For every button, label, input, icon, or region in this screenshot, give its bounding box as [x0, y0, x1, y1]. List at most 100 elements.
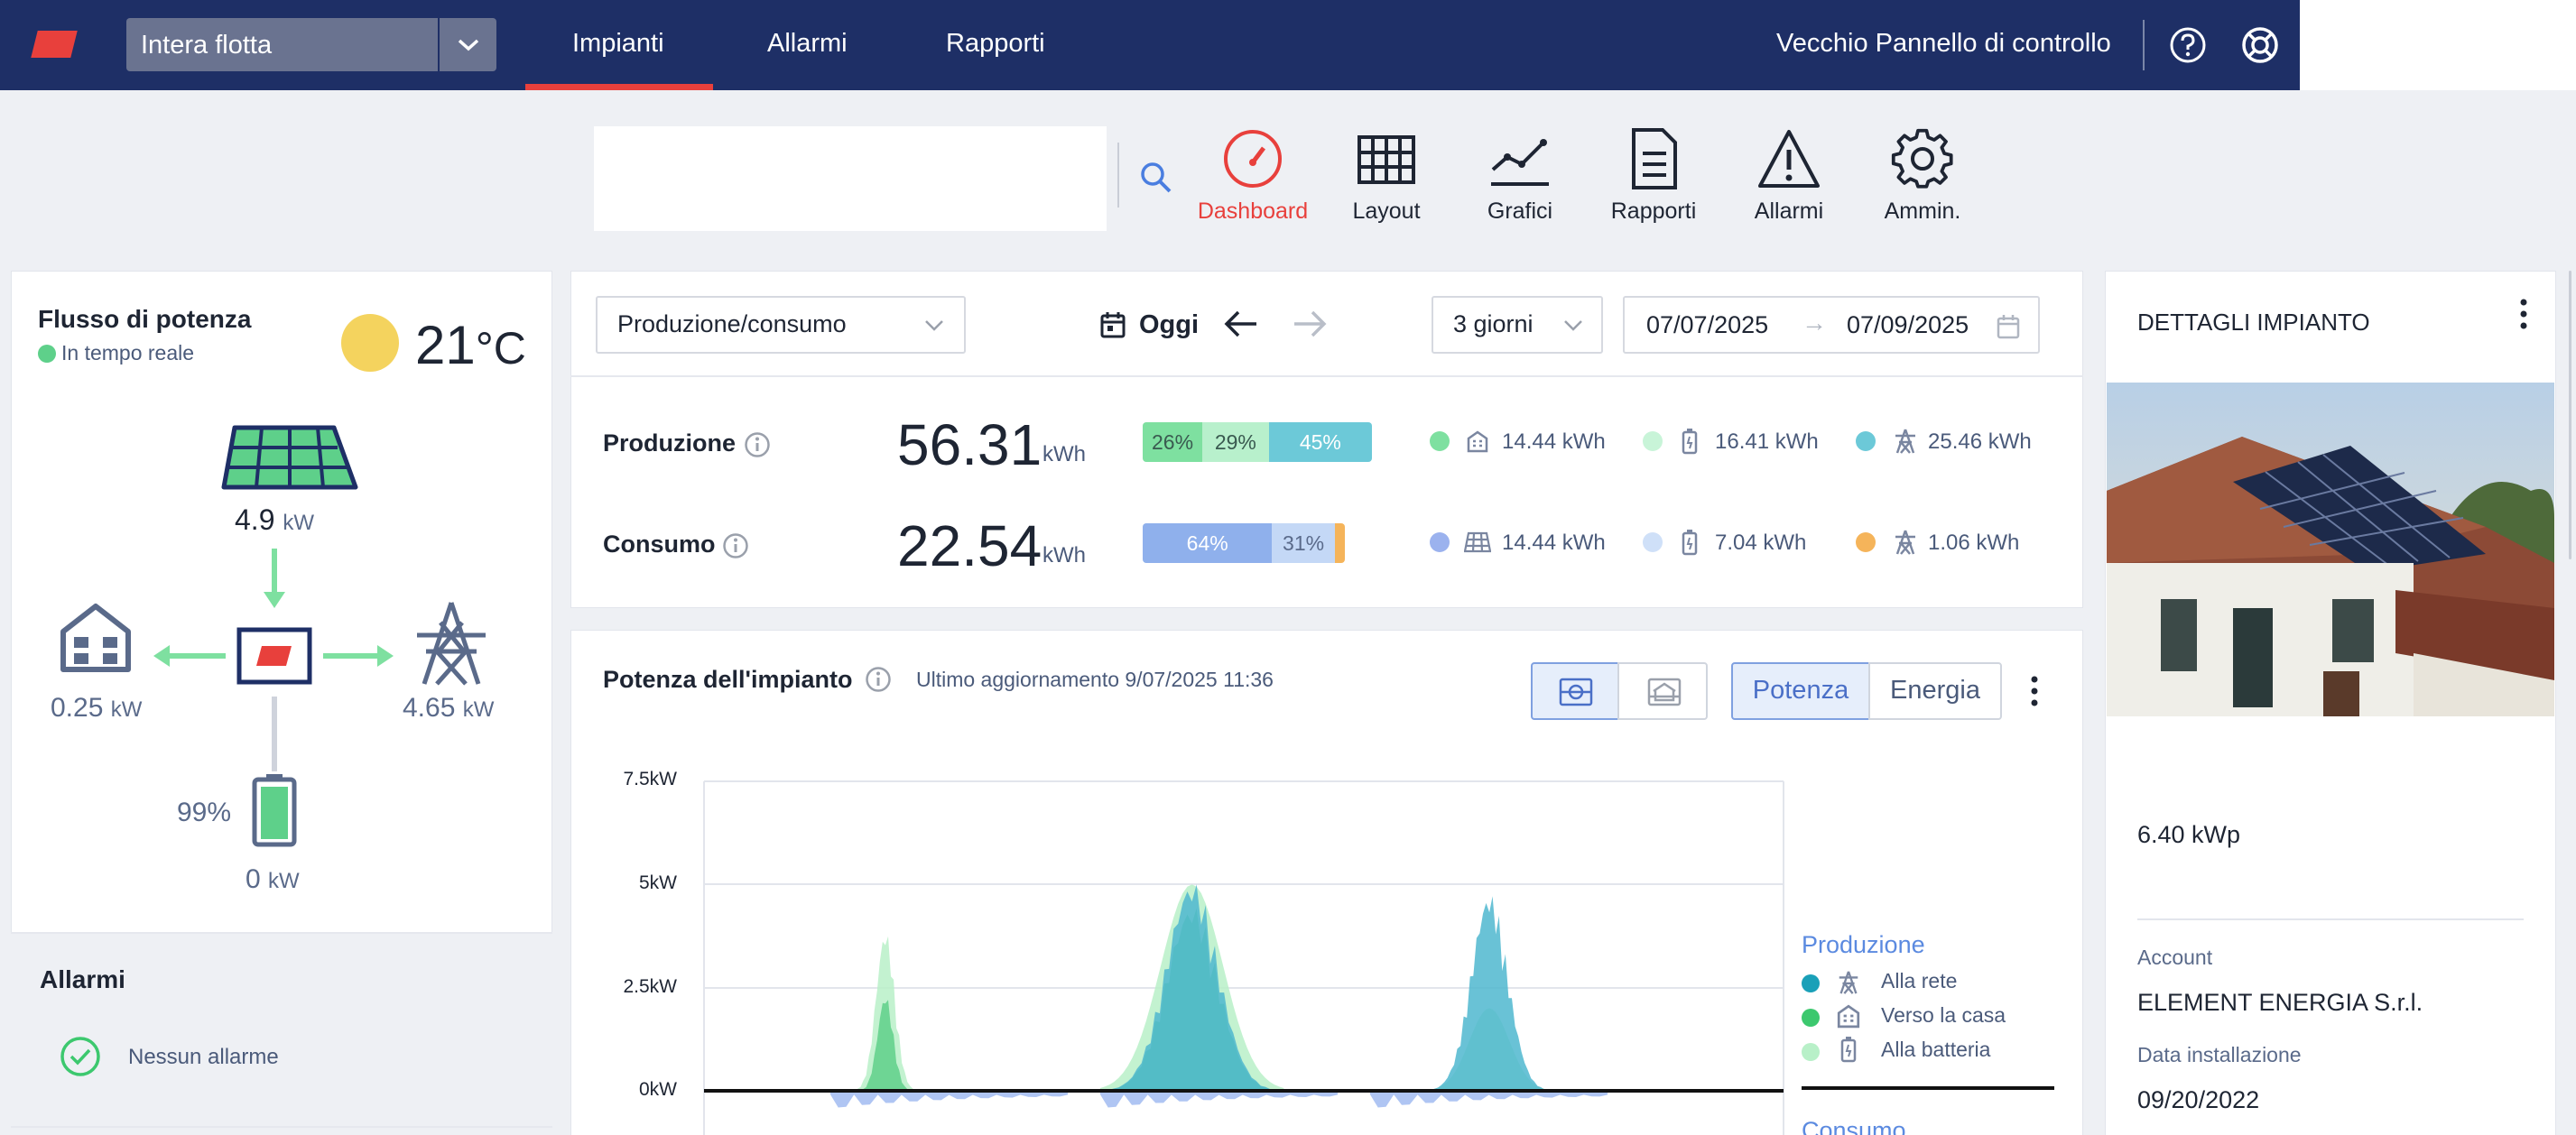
toolbar-layout-label: Layout [1352, 198, 1421, 224]
series-area-consumption [1099, 1091, 1339, 1108]
legend-dot [1643, 532, 1663, 552]
search-icon[interactable] [1137, 159, 1173, 195]
temperature-value: 21 [415, 315, 476, 375]
power-flow-diagram [60, 425, 486, 847]
power-button[interactable]: Potenza [1731, 662, 1870, 720]
summary-divider [570, 375, 2083, 377]
legend-to-battery[interactable]: Alla batteria [1881, 1038, 1990, 1062]
chart-series-group [829, 884, 1608, 1108]
legend-to-grid[interactable]: Alla rete [1881, 969, 1957, 993]
info-icon[interactable] [744, 431, 771, 458]
battery-percent: 99% [177, 798, 232, 827]
fleet-dropdown-button[interactable] [438, 18, 496, 71]
view-toggle-production[interactable] [1531, 662, 1619, 720]
calendar-icon[interactable] [1099, 310, 1126, 339]
realtime-indicator: In tempo reale [38, 341, 194, 365]
consumption-grid-unit: kWh [1976, 531, 2020, 555]
arrow-right-icon[interactable] [1293, 309, 1327, 339]
consumption-grid: 1.06 kWh [1928, 531, 2019, 556]
y-tick-label: 2.5kW [623, 976, 677, 997]
fleet-selector[interactable]: Intera flotta [126, 18, 496, 71]
home-power-value: 0.25 [51, 693, 104, 723]
production-bar-segment: 29% [1202, 422, 1269, 462]
production-unit: kWh [1042, 442, 1086, 466]
install-date-label: Data installazione [2137, 1043, 2302, 1066]
series-area-consumption [1369, 1091, 1608, 1108]
y-tick-label: 5kW [639, 872, 677, 893]
temperature: 21°C [415, 314, 526, 376]
series-area-home [829, 1000, 1015, 1091]
chevron-down-icon [1564, 320, 1582, 331]
pylon-icon [417, 602, 486, 686]
series-area-consumption [829, 1091, 1069, 1108]
y-tick-label: 7.5kW [623, 769, 677, 789]
info-icon[interactable] [865, 666, 892, 693]
nav-link-impianti[interactable]: Impianti [572, 29, 664, 59]
date-from[interactable]: 07/07/2025 [1646, 311, 1768, 339]
today-button[interactable]: Oggi [1139, 310, 1199, 340]
energy-button[interactable]: Energia [1868, 662, 2002, 720]
check-circle-icon [60, 1037, 100, 1076]
legend-divider [1802, 1086, 2054, 1090]
consumption-bar-label: 64% [1186, 531, 1228, 555]
nav-link-rapporti[interactable]: Rapporti [946, 29, 1045, 59]
nav-link-allarmi[interactable]: Allarmi [767, 29, 848, 59]
scrollbar[interactable] [2569, 271, 2571, 559]
chevron-down-icon [458, 39, 478, 51]
range-dropdown[interactable]: 3 giorni [1432, 296, 1603, 354]
legend-consumption-title: Consumo [1802, 1117, 1906, 1135]
date-range-picker[interactable]: 07/07/2025 → 07/09/2025 [1623, 296, 2040, 354]
nav-divider [2143, 20, 2145, 70]
realtime-dot [38, 345, 56, 363]
legend-dot [1856, 532, 1876, 552]
more-vertical-icon[interactable] [2518, 298, 2529, 330]
support-lifebuoy-icon[interactable] [2240, 25, 2280, 65]
production-battery-value: 16.41 [1715, 429, 1770, 454]
grid-power-value: 4.65 [403, 693, 456, 723]
info-icon[interactable] [722, 532, 749, 559]
active-nav-underline [525, 84, 713, 90]
production-battery: 16.41 kWh [1715, 429, 1819, 455]
production-home-unit: kWh [1561, 429, 1606, 454]
help-icon[interactable] [2168, 25, 2208, 65]
toolbar-dashboard[interactable]: Dashboard [1190, 126, 1316, 225]
series-area-grid [1369, 896, 1554, 1091]
legend-to-home[interactable]: Verso la casa [1881, 1003, 2006, 1028]
toolbar-reports[interactable]: Rapporti [1590, 126, 1717, 225]
production-bar-label: 29% [1214, 429, 1256, 454]
grid-icon [1357, 135, 1415, 184]
toolbar-admin[interactable]: Ammin. [1859, 126, 1986, 225]
account-value: ELEMENT ENERGIA S.r.l. [2137, 989, 2423, 1016]
old-dashboard-link[interactable]: Vecchio Pannello di controllo [1776, 29, 2111, 59]
date-to[interactable]: 07/09/2025 [1847, 311, 1969, 339]
mode-dropdown[interactable]: Produzione/consumo [596, 296, 966, 354]
date-range-arrow: → [1802, 309, 1827, 337]
view-toggle-house[interactable] [1617, 662, 1708, 720]
consumption-grid-value: 1.06 [1928, 531, 1970, 555]
more-vertical-icon[interactable] [2029, 675, 2040, 707]
alarms-title: Allarmi [40, 965, 125, 993]
search-divider [1117, 143, 1119, 208]
production-bar: 26% 29% 45% [1143, 422, 1372, 462]
series-area-battery [829, 936, 1015, 1091]
toolbar-layout[interactable]: Layout [1323, 126, 1450, 225]
power-flow-title: Flusso di potenza [38, 305, 252, 333]
warning-icon [1758, 130, 1820, 188]
battery-power-unit: kW [268, 869, 300, 893]
home-power: 0.25 kW [51, 693, 142, 724]
search-input[interactable] [594, 126, 1107, 231]
consumption-solar-unit: kWh [1561, 531, 1606, 555]
arrow-left-icon[interactable] [1224, 309, 1258, 339]
production-home-value: 14.44 [1502, 429, 1557, 454]
battery-icon [252, 774, 297, 847]
range-dropdown-value: 3 giorni [1453, 310, 1534, 337]
gauge-icon [1224, 130, 1282, 188]
toolbar-charts[interactable]: Grafici [1457, 126, 1583, 225]
grid-power: 4.65 kW [403, 693, 494, 724]
toolbar-reports-label: Rapporti [1610, 198, 1697, 224]
toolbar-alarms[interactable]: Allarmi [1726, 126, 1852, 225]
account-label: Account [2137, 946, 2213, 969]
home-icon [60, 604, 131, 672]
brand-logo[interactable] [31, 31, 78, 58]
install-date-value: 09/20/2022 [2137, 1086, 2260, 1113]
